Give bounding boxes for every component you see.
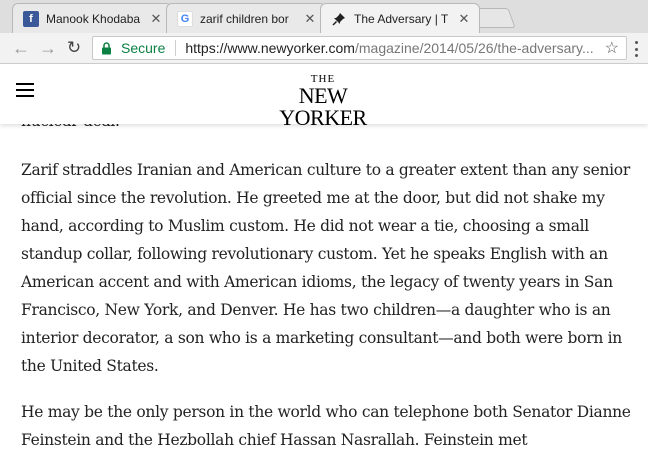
tab-google[interactable]: G zarif children bor ✕ xyxy=(166,3,326,33)
facebook-icon: f xyxy=(23,10,39,27)
reload-button[interactable]: ↻ xyxy=(63,38,85,58)
site-header: THE NEW YORKER xyxy=(0,64,648,129)
tab-facebook[interactable]: f Manook Khodaba ✕ xyxy=(12,3,172,33)
close-icon[interactable]: ✕ xyxy=(303,11,317,26)
reload-icon: ↻ xyxy=(66,38,82,57)
url-host: https://www.newyorker.com xyxy=(185,40,355,56)
new-yorker-logo[interactable]: THE NEW YORKER xyxy=(258,74,388,129)
arrow-left-icon: ← xyxy=(12,37,30,58)
tab-title: zarif children bor xyxy=(200,11,289,26)
secure-label: Secure xyxy=(121,40,166,56)
back-button[interactable]: ← xyxy=(10,38,32,58)
arrow-right-icon: → xyxy=(39,37,57,58)
pin-icon xyxy=(331,11,347,27)
tab-the-adversary[interactable]: The Adversary | T ✕ xyxy=(320,3,480,33)
close-icon[interactable]: ✕ xyxy=(457,12,471,26)
hamburger-menu-icon[interactable] xyxy=(16,83,34,97)
close-icon[interactable]: ✕ xyxy=(149,11,163,26)
google-icon: G xyxy=(177,10,193,27)
article-paragraph: Zarif straddles Iranian and American cul… xyxy=(21,161,630,375)
lock-icon xyxy=(101,41,115,55)
tab-title: Manook Khodaba xyxy=(46,11,141,26)
url-path: /magazine/2014/05/26/the-adversary... xyxy=(354,40,594,56)
divider xyxy=(175,40,177,56)
logo-name: NEW YORKER xyxy=(279,83,367,130)
forward-button[interactable]: → xyxy=(37,38,59,58)
article-paragraph: He may be the only person in the world w… xyxy=(21,403,631,449)
tab-strip: f Manook Khodaba ✕ G zarif children bor … xyxy=(0,0,648,33)
bookmark-star-icon[interactable]: ☆ xyxy=(600,38,619,58)
browser-toolbar: ← → ↻ Secure https://www.newyorker.com/m… xyxy=(0,33,648,64)
tab-title: The Adversary | T xyxy=(354,12,449,26)
address-bar[interactable]: Secure https://www.newyorker.com/magazin… xyxy=(92,36,627,60)
menu-dots-icon[interactable] xyxy=(634,41,638,57)
